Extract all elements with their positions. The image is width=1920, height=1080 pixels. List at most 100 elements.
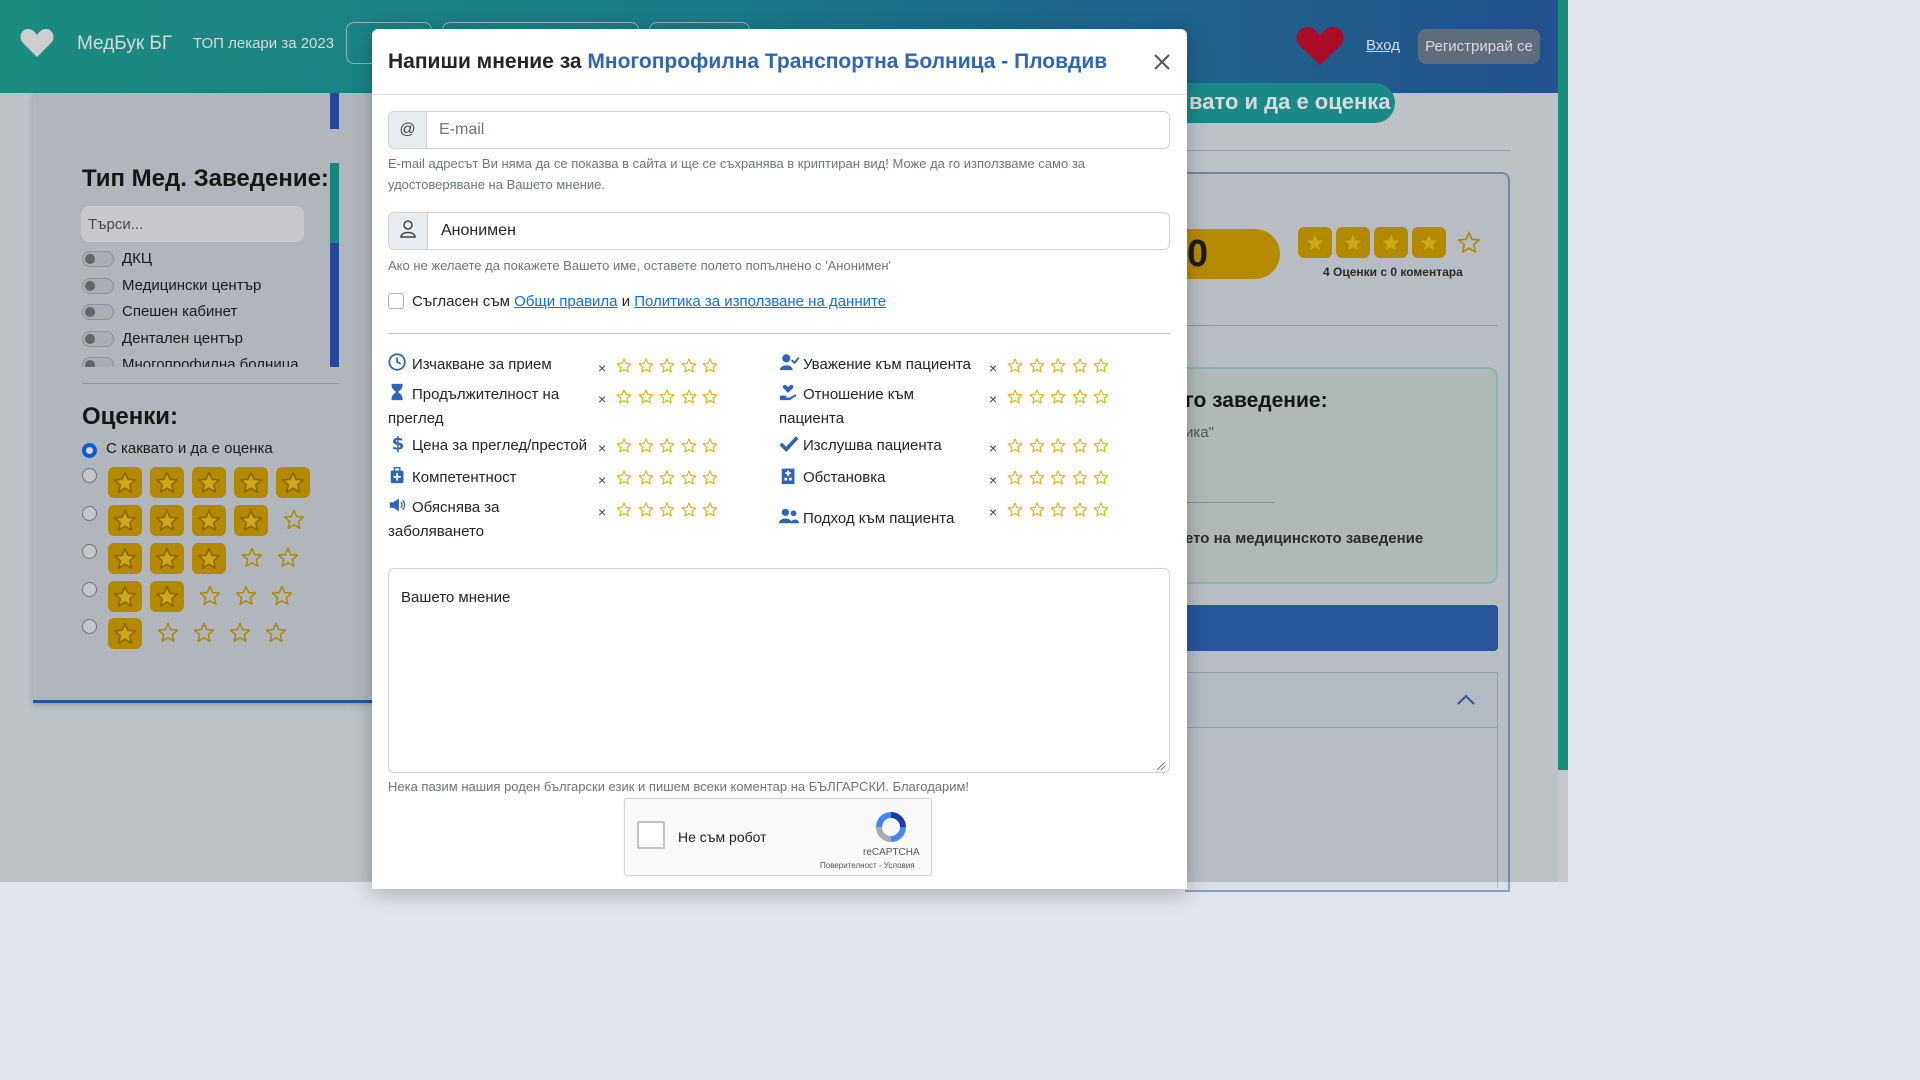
close-icon[interactable] bbox=[1152, 52, 1172, 72]
clear-rating-button[interactable]: × bbox=[598, 391, 606, 407]
rating-star-icon[interactable] bbox=[1007, 502, 1023, 518]
rating-star-icon[interactable] bbox=[1007, 438, 1023, 454]
criterion-left-3: $ Цена за преглед/престой bbox=[388, 433, 588, 458]
rating-star-icon[interactable] bbox=[1072, 438, 1088, 454]
modal-divider bbox=[388, 333, 1170, 334]
rating-star-icon[interactable] bbox=[1093, 358, 1109, 374]
clear-rating-button[interactable]: × bbox=[989, 440, 997, 456]
criterion-left-2: Продължителност на преглед bbox=[388, 382, 588, 431]
rating-star-icon[interactable] bbox=[1093, 502, 1109, 518]
criterion-right-1: Уважение към пациента bbox=[779, 352, 979, 377]
criterion-stars bbox=[616, 358, 724, 379]
rating-star-icon[interactable] bbox=[1072, 389, 1088, 405]
modal-header: Напиши мнение за Многопрофилна Транспорт… bbox=[372, 29, 1187, 95]
rating-star-icon[interactable] bbox=[659, 389, 675, 405]
rating-star-icon[interactable] bbox=[638, 358, 654, 374]
rating-star-icon[interactable] bbox=[638, 389, 654, 405]
dollar-icon: $ bbox=[392, 433, 405, 453]
rating-star-icon[interactable] bbox=[1050, 389, 1066, 405]
agree-checkbox[interactable] bbox=[388, 293, 404, 309]
rating-star-icon[interactable] bbox=[616, 502, 632, 518]
clear-rating-button[interactable]: × bbox=[598, 440, 606, 456]
user-icon bbox=[400, 220, 416, 238]
rating-star-icon[interactable] bbox=[1093, 438, 1109, 454]
criterion-label: Продължителност на преглед bbox=[388, 386, 560, 427]
rating-star-icon[interactable] bbox=[681, 389, 697, 405]
rating-star-icon[interactable] bbox=[616, 358, 632, 374]
rating-star-icon[interactable] bbox=[1007, 389, 1023, 405]
rating-star-icon[interactable] bbox=[702, 389, 718, 405]
clear-rating-button[interactable]: × bbox=[598, 504, 606, 520]
clear-rating-button[interactable]: × bbox=[989, 504, 997, 520]
rating-star-icon[interactable] bbox=[1050, 470, 1066, 486]
rating-star-icon[interactable] bbox=[659, 470, 675, 486]
recaptcha-terms-links[interactable]: Поверителност - Условия bbox=[820, 861, 915, 870]
clear-rating-button[interactable]: × bbox=[989, 472, 997, 488]
rating-star-icon[interactable] bbox=[702, 438, 718, 454]
check-icon bbox=[779, 436, 799, 452]
email-field[interactable] bbox=[439, 112, 1159, 148]
rating-star-icon[interactable] bbox=[1093, 470, 1109, 486]
review-modal: Напиши мнение за Многопрофилна Транспорт… bbox=[372, 29, 1187, 889]
rating-star-icon[interactable] bbox=[1072, 358, 1088, 374]
user-check-icon bbox=[779, 354, 799, 371]
criterion-right-3: Изслушва пациента bbox=[779, 433, 979, 458]
criterion-stars bbox=[1007, 470, 1115, 491]
recaptcha-checkbox[interactable] bbox=[637, 821, 665, 849]
criterion-stars bbox=[1007, 438, 1115, 459]
rating-star-icon[interactable] bbox=[659, 358, 675, 374]
rating-star-icon[interactable] bbox=[1029, 438, 1045, 454]
rating-star-icon[interactable] bbox=[1050, 358, 1066, 374]
criterion-stars bbox=[1007, 502, 1115, 523]
criterion-stars bbox=[616, 502, 724, 523]
email-help-text: E-mail адресът Ви няма да се показва в с… bbox=[388, 156, 1086, 192]
criterion-label: Обстановка bbox=[803, 469, 886, 486]
rating-star-icon[interactable] bbox=[702, 358, 718, 374]
criterion-stars bbox=[616, 389, 724, 410]
criterion-right-2: Отношение към пациента bbox=[779, 382, 979, 431]
at-sign-addon: @ bbox=[389, 112, 427, 148]
name-field[interactable] bbox=[441, 213, 1161, 249]
rating-star-icon[interactable] bbox=[1007, 470, 1023, 486]
rating-star-icon[interactable] bbox=[659, 438, 675, 454]
rating-star-icon[interactable] bbox=[1029, 389, 1045, 405]
rating-star-icon[interactable] bbox=[681, 470, 697, 486]
criterion-stars bbox=[616, 438, 724, 459]
rating-star-icon[interactable] bbox=[638, 438, 654, 454]
rating-star-icon[interactable] bbox=[702, 470, 718, 486]
clear-rating-button[interactable]: × bbox=[598, 472, 606, 488]
clear-rating-button[interactable]: × bbox=[989, 391, 997, 407]
rating-star-icon[interactable] bbox=[1072, 470, 1088, 486]
rating-star-icon[interactable] bbox=[638, 502, 654, 518]
modal-title-prefix: Напиши мнение за bbox=[388, 50, 582, 73]
rating-star-icon[interactable] bbox=[616, 438, 632, 454]
clear-rating-button[interactable]: × bbox=[598, 360, 606, 376]
rating-star-icon[interactable] bbox=[702, 502, 718, 518]
hourglass-icon bbox=[391, 383, 403, 401]
rating-star-icon[interactable] bbox=[659, 502, 675, 518]
medkit-icon bbox=[390, 467, 404, 484]
clear-rating-button[interactable]: × bbox=[989, 360, 997, 376]
criterion-stars bbox=[1007, 389, 1115, 410]
rating-star-icon[interactable] bbox=[681, 438, 697, 454]
resize-handle-icon[interactable] bbox=[1157, 762, 1165, 770]
rating-star-icon[interactable] bbox=[1072, 502, 1088, 518]
rating-star-icon[interactable] bbox=[616, 470, 632, 486]
rating-star-icon[interactable] bbox=[1029, 502, 1045, 518]
rating-star-icon[interactable] bbox=[681, 502, 697, 518]
rating-star-icon[interactable] bbox=[1050, 438, 1066, 454]
clock-icon bbox=[388, 353, 406, 371]
rating-star-icon[interactable] bbox=[681, 358, 697, 374]
criterion-right-4: Обстановка bbox=[779, 465, 979, 490]
rating-star-icon[interactable] bbox=[1007, 358, 1023, 374]
general-rules-link[interactable]: Общи правила bbox=[514, 293, 617, 310]
email-field-group: @ bbox=[388, 111, 1170, 149]
rating-star-icon[interactable] bbox=[616, 389, 632, 405]
rating-star-icon[interactable] bbox=[1029, 470, 1045, 486]
rating-star-icon[interactable] bbox=[1029, 358, 1045, 374]
rating-star-icon[interactable] bbox=[1050, 502, 1066, 518]
rating-star-icon[interactable] bbox=[1093, 389, 1109, 405]
rating-star-icon[interactable] bbox=[638, 470, 654, 486]
opinion-textarea[interactable]: Вашето мнение bbox=[388, 568, 1170, 773]
data-policy-link[interactable]: Политика за използване на данните bbox=[634, 293, 886, 310]
